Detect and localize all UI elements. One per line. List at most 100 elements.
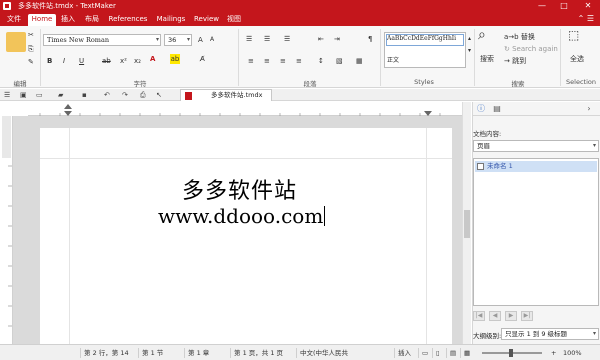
vertical-scrollbar[interactable] [462,102,471,344]
document-text-line2[interactable]: www.ddooo.com [158,204,326,228]
new-document-icon[interactable]: ▭ [36,90,43,100]
tab-layout[interactable]: 布局 [84,14,100,26]
subscript-icon[interactable]: x₂ [134,56,141,66]
undo-icon[interactable]: ↶ [104,90,110,100]
replace-label: 替换 [520,33,535,41]
align-right-icon[interactable]: ≡ [280,56,286,66]
vruler-ticks [2,116,12,327]
replace-button[interactable]: a→b 替换 [504,32,535,42]
item-checkbox[interactable] [477,163,484,170]
document-tab[interactable]: 多多软件站.tmdx [180,89,272,101]
open-folder-icon[interactable]: ▰ [58,90,63,100]
separator [560,29,561,86]
increase-indent-icon[interactable]: ⇥ [334,34,340,44]
chevron-down-icon: ▾ [155,36,159,43]
view-outline-icon[interactable]: ▤ [446,348,458,358]
grow-font-icon[interactable]: A [198,35,203,45]
ribbon-options-icon[interactable]: ⌃ ☰ [578,14,594,24]
list-item[interactable]: 未命名 1 [475,161,597,172]
align-left-icon[interactable]: ≡ [248,56,254,66]
justify-icon[interactable]: ≡ [296,56,302,66]
font-size-value: 36 [168,36,177,44]
italic-button[interactable]: I [63,56,65,66]
redo-icon[interactable]: ↷ [122,90,128,100]
tab-insert[interactable]: 插入 [60,14,76,26]
status-language[interactable]: 中文(中华人民共 [296,348,356,358]
outline-tab-icon[interactable]: ▤ [491,103,503,115]
save-disk-icon[interactable]: ▪ [82,90,87,100]
tab-review[interactable]: Review [194,14,219,26]
cut-icon[interactable]: ✂ [28,30,34,40]
panel-close-icon[interactable]: › [583,103,595,115]
vertical-ruler[interactable] [0,116,13,344]
align-center-icon[interactable]: ≡ [264,56,270,66]
search-button[interactable]: 搜索 [480,54,494,64]
prev-icon[interactable]: ◀ [489,311,501,321]
search-icon[interactable]: ⌕ [478,28,486,42]
shading-icon[interactable]: ▧ [336,56,343,66]
separator [474,29,475,86]
level-select[interactable]: 只显示 1 到 9 级标题 ▾ [501,328,599,340]
menu-icon[interactable]: ☰ [4,90,10,100]
bold-button[interactable]: B [47,56,52,66]
minimize-button[interactable]: — [532,0,552,12]
next-icon[interactable]: ▶ [505,311,517,321]
tab-home[interactable]: Home [28,14,56,26]
underline-button[interactable]: U [79,56,84,66]
goto-button[interactable]: → 跳到 [504,56,526,66]
select-all-icon[interactable]: ⬚ [568,29,579,41]
tab-references[interactable]: References [108,14,148,26]
borders-icon[interactable]: ▦ [356,56,363,66]
maximize-button[interactable]: □ [554,0,574,12]
outline-icon[interactable]: ☰ [284,34,290,44]
document-page[interactable]: 多多软件站 www.ddooo.com [40,128,452,344]
font-color-icon[interactable]: A [150,54,155,64]
font-size-select[interactable]: 36 ▾ [164,34,192,46]
paste-icon[interactable] [6,32,26,52]
view-master-icon[interactable]: ▦ [460,348,472,358]
shrink-font-icon[interactable]: A [210,35,214,45]
first-icon[interactable]: |◀ [473,311,485,321]
zoom-in-icon[interactable]: + [548,348,558,358]
horizontal-ruler[interactable] [28,104,464,116]
ribbon: ✂ ⎘ ✎ 编辑 Times New Roman ▾ 36 ▾ A A B I … [0,26,600,88]
print-icon[interactable]: ⎙ [140,90,146,100]
view-page-icon[interactable]: ▯ [432,348,444,358]
last-icon[interactable]: ▶| [521,311,533,321]
format-painter-icon[interactable]: ✎ [28,57,34,67]
view-normal-icon[interactable]: ▭ [418,348,430,358]
contents-list: 未命名 1 [473,158,599,306]
contents-select[interactable]: 页眉 ▾ [473,140,599,152]
close-button[interactable]: ✕ [578,0,598,12]
style-normal[interactable]: 正文 [387,55,399,64]
decrease-indent-icon[interactable]: ⇤ [318,34,324,44]
zoom-slider-handle[interactable] [509,349,513,357]
line-spacing-icon[interactable]: ↕ [318,56,324,66]
tab-file[interactable]: 文件 [6,14,22,26]
font-name-select[interactable]: Times New Roman ▾ [43,34,161,46]
tab-view[interactable]: 视图 [226,14,242,26]
highlight-icon[interactable]: ab [170,54,180,64]
search-again-button[interactable]: ↻ Search again [504,44,558,54]
text-caret [324,206,326,226]
chevron-down-icon: ▾ [592,142,596,149]
strikethrough-icon[interactable]: ab [102,56,111,66]
select-all-button[interactable]: 全选 [570,54,584,64]
document-text-line1[interactable]: 多多软件站 [182,173,297,205]
copy-icon[interactable]: ⎘ [28,44,34,54]
tab-mailings[interactable]: Mailings [156,14,186,26]
style-scroll-up-icon[interactable]: ▴ [468,34,471,44]
pointer-icon[interactable]: ↖ [156,90,162,100]
style-scroll-down-icon[interactable]: ▾ [468,46,471,56]
scrollbar-thumb[interactable] [464,210,470,238]
status-mode[interactable]: 插入 [394,348,416,358]
clear-format-icon[interactable]: A̸ [200,54,205,64]
bullets-icon[interactable]: ☰ [246,34,252,44]
pilcrow-icon[interactable]: ¶ [368,34,372,44]
zoom-level[interactable]: 100% [560,348,596,358]
save-icon[interactable]: ▣ [20,90,27,100]
info-icon[interactable]: ⓘ [475,103,487,115]
style-gallery[interactable]: AaBbCcDdEeFfGgHhIi 正文 [384,32,466,68]
numbering-icon[interactable]: ☰ [264,34,270,44]
superscript-icon[interactable]: x² [120,56,127,66]
